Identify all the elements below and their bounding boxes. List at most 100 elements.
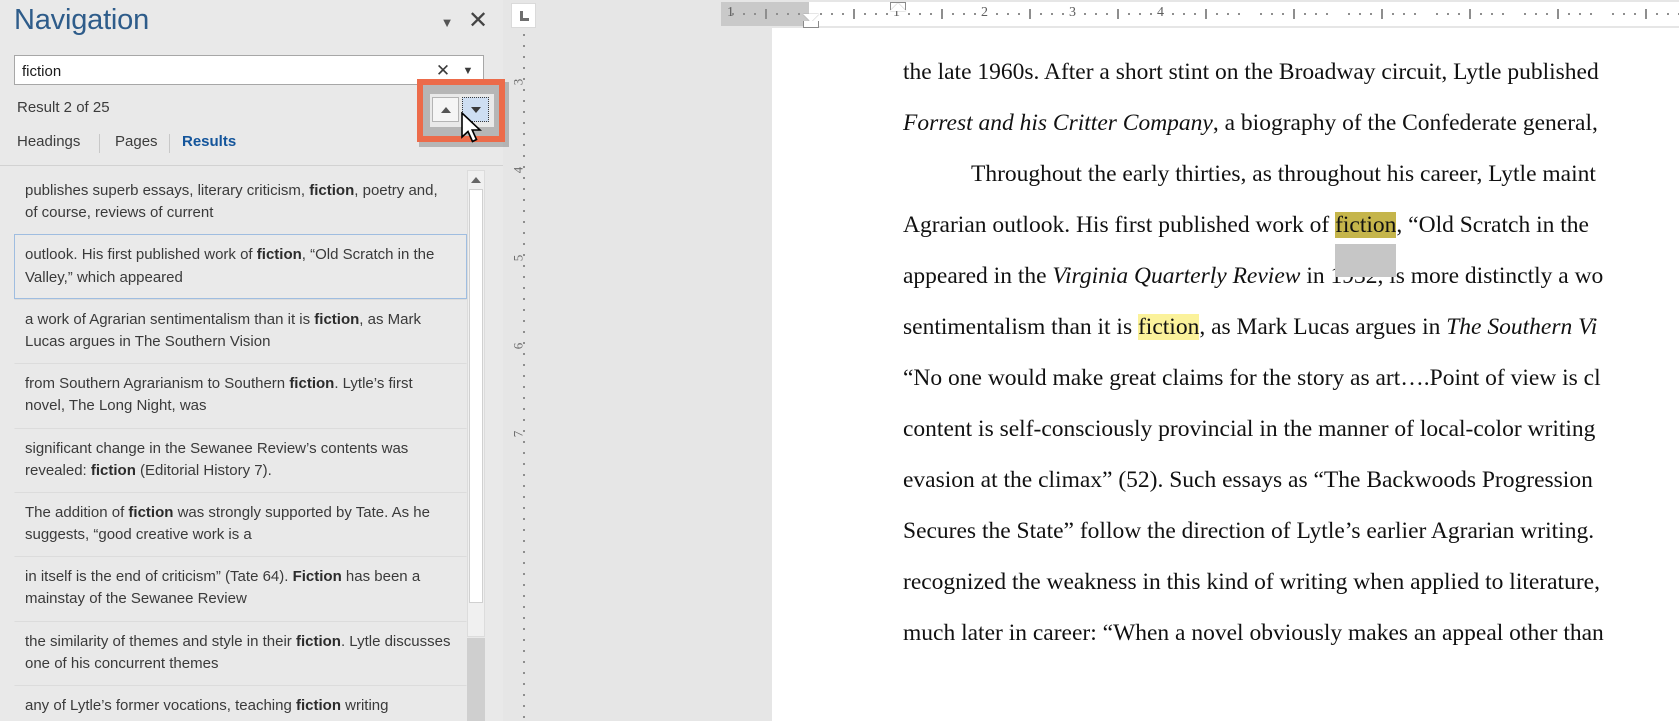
search-result-item[interactable]: a work of Agrarian sentimentalism than i…	[14, 299, 467, 363]
results-scrollbar[interactable]	[467, 170, 485, 637]
document-line[interactable]: Agrarian outlook. His first published wo…	[903, 200, 1589, 251]
previous-result-button[interactable]	[432, 97, 459, 122]
scrollbar-track[interactable]	[467, 638, 485, 721]
ruler-tick	[743, 13, 745, 15]
ruler-tick	[523, 650, 525, 652]
search-input[interactable]	[22, 60, 422, 82]
body-text: content is self-consciously provincial i…	[903, 416, 1595, 442]
ruler-number: 4	[1157, 5, 1164, 21]
ruler-tick	[1579, 13, 1581, 15]
document-line[interactable]: sentimentalism than it is fiction, as Ma…	[903, 302, 1597, 353]
scroll-up-button[interactable]	[468, 171, 484, 188]
chevron-down-icon[interactable]: ▼	[461, 64, 475, 78]
result-text: writing	[341, 697, 389, 714]
search-result-item[interactable]: The addition of fiction was strongly sup…	[14, 492, 467, 556]
ruler-tick	[1216, 13, 1218, 15]
ruler-tick	[523, 243, 525, 245]
ruler-tick	[1623, 13, 1625, 15]
ruler-tick	[1282, 13, 1284, 15]
first-line-indent-triangle[interactable]	[890, 3, 906, 11]
search-result-item[interactable]: in itself is the end of criticism” (Tate…	[14, 556, 467, 620]
ruler-tick	[1172, 13, 1174, 15]
ruler-tick	[523, 518, 525, 520]
ruler-tick	[523, 507, 525, 509]
document-line[interactable]: the late 1960s. After a short stint on t…	[903, 47, 1599, 98]
next-result-button[interactable]	[462, 97, 489, 122]
ruler-tick	[523, 320, 525, 322]
ruler-tick	[853, 9, 855, 19]
tab-pages[interactable]: Pages	[115, 133, 158, 150]
search-result-item[interactable]: any of Lytle’s former vocations, teachin…	[14, 685, 467, 721]
ruler-tick	[1392, 13, 1394, 15]
result-text: publishes superb essays, literary critic…	[25, 182, 309, 199]
ruler-number: 1	[727, 5, 734, 21]
ruler-tick	[523, 419, 525, 421]
ruler-tick	[523, 441, 525, 443]
ruler-tick	[930, 13, 932, 15]
vertical-ruler[interactable]: 34567	[511, 30, 537, 721]
ruler-number: 2	[981, 5, 988, 21]
close-icon[interactable]: ✕	[465, 8, 491, 34]
ruler-tick	[523, 463, 525, 465]
current-match-highlight: fiction	[1335, 212, 1396, 238]
document-line[interactable]: recognized the weakness in this kind of …	[903, 557, 1600, 608]
document-clip: by Thomas Daniel Young, which provides t…	[772, 30, 1679, 721]
match-highlight: fiction	[1138, 314, 1199, 340]
document-line[interactable]: evasion at the climax” (52). Such essays…	[903, 455, 1593, 506]
ruler-tick	[523, 34, 525, 36]
document-line[interactable]: “No one would make great claims for the …	[903, 353, 1601, 404]
ruler-tick	[1095, 13, 1097, 15]
search-results-list[interactable]: publishes superb essays, literary critic…	[14, 170, 467, 721]
ruler-tick	[523, 584, 525, 586]
document-line[interactable]: Forrest and his Critter Company, a biogr…	[903, 98, 1598, 149]
ruler-tick	[523, 617, 525, 619]
left-tab-stop-icon[interactable]	[511, 3, 536, 28]
body-text: , as Mark Lucas argues in	[1199, 314, 1446, 340]
result-count-label: Result 2 of 25	[17, 99, 110, 116]
scrollbar-thumb[interactable]	[469, 189, 483, 603]
ruler-tick	[1524, 13, 1526, 15]
ruler-tick	[776, 13, 778, 15]
result-text: The addition of	[25, 504, 128, 521]
chevron-down-icon[interactable]: ▼	[438, 14, 456, 32]
document-line[interactable]: much later in career: “When a novel obvi…	[903, 608, 1604, 659]
ruler-tick	[523, 386, 525, 388]
ruler-tick	[1029, 9, 1031, 19]
body-text: , a biography of the Confederate general…	[1213, 110, 1598, 136]
document-line[interactable]: Throughout the early thirties, as throug…	[903, 149, 1596, 200]
result-text: in itself is the end of criticism” (Tate…	[25, 568, 293, 585]
ruler-tick	[523, 232, 525, 234]
ruler-tick	[523, 45, 525, 47]
left-indent-marker[interactable]	[803, 21, 819, 28]
search-result-item[interactable]: outlook. His first published work of fic…	[14, 234, 467, 298]
match-term: fiction	[289, 375, 334, 392]
italic-text: Forrest and his Critter Company	[903, 110, 1213, 136]
ruler-tick	[1645, 9, 1647, 19]
navigation-pane: Navigation ▼ ✕ ✕ ▼ Result 2 of 25	[0, 0, 503, 721]
ruler-tick	[523, 67, 525, 69]
tab-results[interactable]: Results	[182, 133, 236, 150]
ruler-tick	[523, 199, 525, 201]
search-result-item[interactable]: from Southern Agrarianism to Southern fi…	[14, 363, 467, 427]
ruler-tick	[875, 13, 877, 15]
document-page[interactable]: by Thomas Daniel Young, which provides t…	[772, 30, 1679, 721]
search-result-item[interactable]: significant change in the Sewanee Review…	[14, 428, 467, 492]
search-result-item[interactable]: the similarity of themes and style in th…	[14, 621, 467, 685]
ruler-tick	[523, 155, 525, 157]
ruler-tick	[1139, 13, 1141, 15]
ruler-tick	[523, 716, 525, 718]
horizontal-ruler[interactable]: 11234	[541, 2, 1679, 28]
triangle-up-icon	[441, 107, 451, 113]
search-box[interactable]: ✕ ▼	[14, 55, 484, 85]
ruler-tick	[523, 309, 525, 311]
match-term: fiction	[296, 697, 341, 714]
ruler-tick	[919, 13, 921, 15]
document-line[interactable]: appeared in the Virginia Quarterly Revie…	[903, 251, 1603, 302]
ruler-tick	[963, 13, 965, 15]
tab-headings[interactable]: Headings	[17, 133, 80, 150]
search-result-item[interactable]: publishes superb essays, literary critic…	[14, 170, 467, 234]
body-text: Agrarian outlook. His first published wo…	[903, 212, 1335, 238]
document-line[interactable]: Secures the State” follow the direction …	[903, 506, 1594, 557]
document-line[interactable]: content is self-consciously provincial i…	[903, 404, 1595, 455]
ruler-tick	[523, 133, 525, 135]
